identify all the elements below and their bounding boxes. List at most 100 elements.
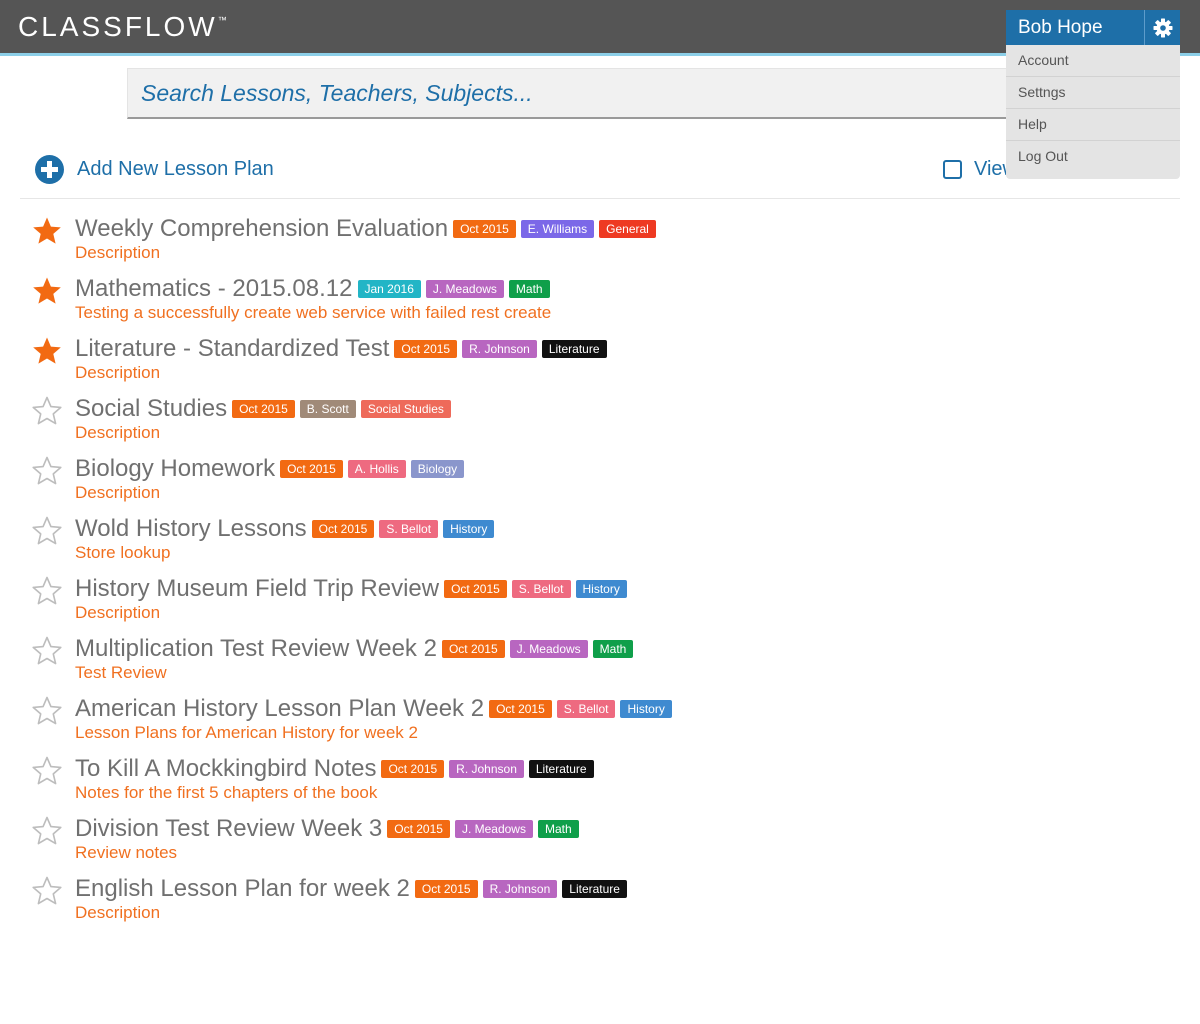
lesson-title[interactable]: Wold History Lessons xyxy=(75,515,307,543)
subject-tag[interactable]: General xyxy=(599,220,656,238)
gear-icon xyxy=(1153,18,1172,37)
star-filled-icon[interactable] xyxy=(32,336,62,366)
star-outline-icon[interactable] xyxy=(32,816,62,846)
date-tag[interactable]: Oct 2015 xyxy=(381,760,445,778)
lesson-title-line: History Museum Field Trip Review Oct 2015… xyxy=(75,575,627,603)
subject-tag[interactable]: Math xyxy=(537,820,579,838)
lesson-row[interactable]: Multiplication Test Review Week 2 Oct 201… xyxy=(0,632,1200,692)
lesson-title-line: Biology Homework Oct 2015 A. Hollis Biology xyxy=(75,455,465,483)
lesson-title[interactable]: Biology Homework xyxy=(75,455,275,483)
date-tag[interactable]: Oct 2015 xyxy=(444,580,507,598)
lesson-title[interactable]: Division Test Review Week 3 xyxy=(75,815,382,843)
star-outline-icon[interactable] xyxy=(32,396,62,426)
lesson-title-line: American History Lesson Plan Week 2 Oct 2… xyxy=(75,695,672,723)
date-tag[interactable]: Oct 2015 xyxy=(311,520,375,538)
teacher-tag[interactable]: S. Bellot xyxy=(379,520,439,538)
subject-tag[interactable]: History xyxy=(620,700,672,718)
lesson-title[interactable]: Social Studies xyxy=(75,395,227,423)
date-tag[interactable]: Oct 2015 xyxy=(441,640,505,658)
menu-item-settings[interactable]: Settngs xyxy=(1006,77,1180,109)
lesson-title[interactable]: Weekly Comprehension Evaluation xyxy=(75,215,448,243)
lesson-title[interactable]: Multiplication Test Review Week 2 xyxy=(75,635,437,663)
teacher-tag[interactable]: J. Meadows xyxy=(509,640,588,658)
lesson-row[interactable]: Division Test Review Week 3 Oct 2015 J. Me… xyxy=(0,812,1200,872)
subject-tag[interactable]: Biology xyxy=(410,460,465,478)
teacher-tag[interactable]: R. Johnson xyxy=(449,760,524,778)
menu-item-help[interactable]: Help xyxy=(1006,109,1180,141)
lesson-title[interactable]: American History Lesson Plan Week 2 xyxy=(75,695,484,723)
lesson-title[interactable]: Mathematics - 2015.08.12 xyxy=(75,275,353,303)
date-tag[interactable]: Oct 2015 xyxy=(414,880,478,898)
subject-tag[interactable]: Literature xyxy=(528,760,594,778)
star-filled-icon[interactable] xyxy=(32,216,62,246)
menu-item-log-out[interactable]: Log Out xyxy=(1006,141,1180,179)
add-lesson-label: Add New Lesson Plan xyxy=(77,158,274,180)
lesson-description: Store lookup xyxy=(75,543,171,562)
date-tag[interactable]: Oct 2015 xyxy=(394,340,458,358)
subject-tag[interactable]: History xyxy=(443,520,495,538)
lesson-description: Description xyxy=(75,483,161,502)
teacher-tag[interactable]: B. Scott xyxy=(299,400,356,418)
star-outline-icon[interactable] xyxy=(32,756,62,786)
lesson-title-line: Weekly Comprehension Evaluation Oct 2015 E… xyxy=(75,215,656,243)
star-outline-icon[interactable] xyxy=(32,696,62,726)
lesson-title[interactable]: Literature - Standardized Test xyxy=(75,335,389,363)
date-tag[interactable]: Oct 2015 xyxy=(489,700,552,718)
teacher-tag[interactable]: J. Meadows xyxy=(425,280,504,298)
star-outline-icon[interactable] xyxy=(32,456,62,486)
menu-item-account[interactable]: Account xyxy=(1006,45,1180,77)
teacher-tag[interactable]: A. Hollis xyxy=(347,460,406,478)
subject-tag[interactable]: Math xyxy=(508,280,550,298)
star-outline-icon[interactable] xyxy=(32,576,62,606)
lesson-description: Test Review xyxy=(75,663,167,682)
add-lesson-button[interactable]: Add New Lesson Plan xyxy=(35,155,274,184)
lesson-row[interactable]: Weekly Comprehension Evaluation Oct 2015 E… xyxy=(0,212,1200,272)
lesson-row[interactable]: English Lesson Plan for week 2 Oct 2015 R.… xyxy=(0,872,1200,932)
lesson-row[interactable]: To Kill A Mockkingbird Notes Oct 2015 R. J… xyxy=(0,752,1200,812)
lesson-title-line: English Lesson Plan for week 2 Oct 2015 R.… xyxy=(75,875,627,903)
star-outline-icon[interactable] xyxy=(32,636,62,666)
lesson-row[interactable]: Literature - Standardized Test Oct 2015 R.… xyxy=(0,332,1200,392)
lesson-row[interactable]: Biology Homework Oct 2015 A. Hollis Biology… xyxy=(0,452,1200,512)
date-tag[interactable]: Jan 2016 xyxy=(357,280,421,298)
subject-tag[interactable]: Math xyxy=(592,640,634,658)
lesson-row[interactable]: History Museum Field Trip Review Oct 2015… xyxy=(0,572,1200,632)
star-outline-icon[interactable] xyxy=(32,516,62,546)
subject-tag[interactable]: Social Studies xyxy=(360,400,451,418)
lesson-title-line: Multiplication Test Review Week 2 Oct 201… xyxy=(75,635,634,663)
user-menu-header: Bob Hope xyxy=(1006,10,1180,45)
lesson-title[interactable]: To Kill A Mockkingbird Notes xyxy=(75,755,376,783)
lesson-row[interactable]: Mathematics - 2015.08.12 Jan 2016 J. Meado… xyxy=(0,272,1200,332)
lesson-row[interactable]: Social Studies Oct 2015 B. Scott Social Stu… xyxy=(0,392,1200,452)
lesson-title-line: To Kill A Mockkingbird Notes Oct 2015 R. J… xyxy=(75,755,594,783)
teacher-tag[interactable]: R. Johnson xyxy=(482,880,558,898)
date-tag[interactable]: Oct 2015 xyxy=(232,400,295,418)
lesson-title[interactable]: English Lesson Plan for week 2 xyxy=(75,875,410,903)
lesson-title-line: Literature - Standardized Test Oct 2015 R.… xyxy=(75,335,607,363)
teacher-tag[interactable]: E. Williams xyxy=(520,220,595,238)
lesson-row[interactable]: Wold History Lessons Oct 2015 S. Bellot His… xyxy=(0,512,1200,572)
date-tag[interactable]: Oct 2015 xyxy=(387,820,450,838)
view-checkbox[interactable] xyxy=(943,160,962,179)
star-filled-icon[interactable] xyxy=(32,276,62,306)
settings-button[interactable] xyxy=(1144,10,1180,45)
date-tag[interactable]: Oct 2015 xyxy=(280,460,343,478)
subject-tag[interactable]: History xyxy=(575,580,627,598)
subject-tag[interactable]: Literature xyxy=(541,340,607,358)
lesson-row[interactable]: American History Lesson Plan Week 2 Oct 2… xyxy=(0,692,1200,752)
search-input[interactable] xyxy=(128,69,1027,117)
teacher-tag[interactable]: R. Johnson xyxy=(462,340,537,358)
lesson-description: Description xyxy=(75,603,161,622)
date-tag[interactable]: Oct 2015 xyxy=(453,220,516,238)
lesson-title[interactable]: History Museum Field Trip Review xyxy=(75,575,439,603)
teacher-tag[interactable]: S. Bellot xyxy=(511,580,571,598)
lesson-description: Notes for the first 5 chapters of the bo… xyxy=(75,783,378,802)
teacher-tag[interactable]: S. Bellot xyxy=(556,700,616,718)
teacher-tag[interactable]: J. Meadows xyxy=(454,820,533,838)
user-name-button[interactable]: Bob Hope xyxy=(1006,10,1144,45)
lesson-title-line: Wold History Lessons Oct 2015 S. Bellot His… xyxy=(75,515,495,543)
star-outline-icon[interactable] xyxy=(32,876,62,906)
subject-tag[interactable]: Literature xyxy=(562,880,627,898)
lesson-description: Description xyxy=(75,423,161,442)
classflow-logo[interactable]: CLASSFLOW™ xyxy=(18,11,227,43)
